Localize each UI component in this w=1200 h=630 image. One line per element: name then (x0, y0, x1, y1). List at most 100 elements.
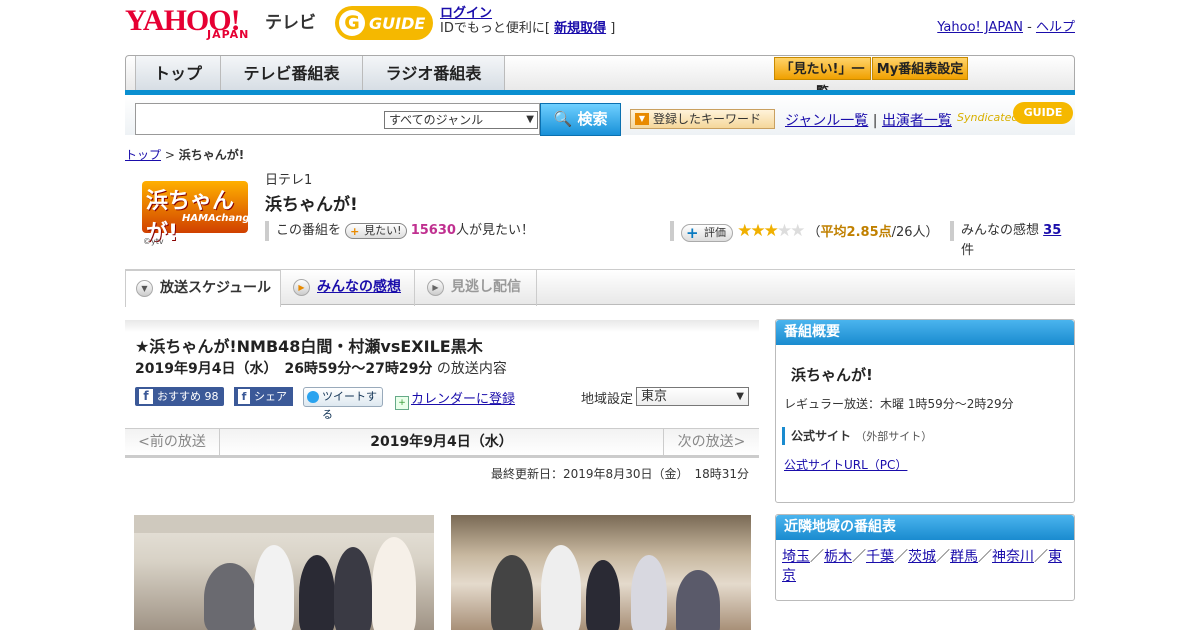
area-link[interactable]: 栃木 (824, 549, 852, 565)
gguide-logo-text: GUIDE (369, 14, 426, 33)
nearby-area-list: 埼玉／栃木／千葉／茨城／群馬／神奈川／東京 (776, 540, 1074, 594)
area-sep: ／ (936, 549, 950, 565)
rating-average: 平均2.85点 (820, 225, 892, 240)
program-logo-sub: HAMAchanga (182, 213, 257, 224)
channel-name: 日テレ1 (265, 173, 313, 188)
registered-keywords-button[interactable]: ▼ 登録したキーワード (630, 109, 775, 129)
fb-share-label: シェア (254, 390, 287, 403)
login-text: IDでもっと便利に[ (440, 21, 550, 36)
star-half-icon: ★ (763, 221, 779, 241)
official-site-note: （外部サイト） (855, 430, 933, 443)
gguide-logo[interactable]: G GUIDE (335, 6, 433, 40)
tweet-button[interactable]: ツイートする (303, 387, 383, 421)
photo-figure (676, 570, 720, 630)
help-link[interactable]: ヘルプ (1036, 20, 1075, 35)
tab-catchup[interactable]: ▶ 見逃し配信 (417, 270, 537, 306)
mitai-area: この番組を + 見たい! 15630人が見たい！ (276, 221, 534, 241)
rate-button[interactable]: + 評価 (681, 223, 733, 242)
rating-count: /26人） (891, 225, 939, 240)
episode-time-suffix: の放送内容 (436, 361, 507, 377)
breadcrumb-sep: > (164, 148, 175, 162)
plus-icon: + (350, 224, 360, 238)
dropdown-arrow-icon: ▼ (526, 114, 534, 125)
area-link[interactable]: 群馬 (950, 549, 978, 565)
photo-shelf (134, 515, 434, 533)
search-bar: すべてのジャンル ▼ 🔍 検索 ▼ 登録したキーワード ジャンル一覧 | 出演者… (125, 95, 1075, 136)
fb-recommend-label: おすすめ (157, 390, 201, 403)
rating-stars: ★★★★★ (737, 221, 805, 241)
facebook-share-button[interactable]: f シェア (234, 387, 293, 406)
social-row: f おすすめ 98 f シェア ツイートする + カレンダーに登録 地域設定 東京… (135, 387, 755, 421)
twitter-bird-icon (307, 391, 319, 403)
official-site-url-link[interactable]: 公式サイトURL（PC） (784, 456, 907, 473)
photo-figure (491, 555, 533, 630)
official-site-heading: 公式サイト （外部サイト） (782, 427, 932, 445)
current-date: 2019年9月4日（水） (370, 434, 513, 450)
area-link[interactable]: 神奈川 (992, 549, 1034, 565)
area-sep: ／ (978, 549, 992, 565)
breadcrumb-current: 浜ちゃんが! (178, 148, 245, 162)
mitai-list-button[interactable]: 「見たい!」一覧 (774, 57, 871, 100)
region-label: 地域設定 (581, 392, 634, 407)
episode-time-value: 2019年9月4日（水） 26時59分～27時29分 (135, 361, 433, 377)
genre-select[interactable]: すべてのジャンル ▼ (384, 111, 538, 129)
episode-photo (134, 515, 434, 630)
area-link[interactable]: 千葉 (866, 549, 894, 565)
prev-broadcast-button[interactable]: <前の放送 (125, 429, 220, 456)
login-close: ] (610, 21, 616, 36)
yahoo-japan-logo-text: JAPAN (207, 28, 250, 41)
photo-figure (631, 555, 667, 630)
yahoo-japan-link[interactable]: Yahoo! JAPAN (937, 20, 1023, 35)
impressions-label: みんなの感想 (961, 223, 1040, 238)
area-link[interactable]: 埼玉 (782, 549, 810, 565)
tab-radio-schedule[interactable]: ラジオ番組表 (363, 56, 505, 91)
facebook-recommend-button[interactable]: f おすすめ 98 (135, 387, 224, 406)
nearby-header: 近隣地域の番組表 (776, 515, 1074, 540)
search-button[interactable]: 🔍 検索 (540, 103, 621, 136)
signup-link[interactable]: 新規取得 (554, 21, 606, 36)
area-link[interactable]: 茨城 (908, 549, 936, 565)
photo-figure (541, 545, 581, 630)
mitai-button-label: 見たい! (364, 223, 402, 237)
mitai-count: 15630 (410, 223, 456, 238)
tab-schedule-label: 放送スケジュール (160, 280, 272, 296)
facebook-icon: f (238, 389, 250, 404)
tv-label[interactable]: テレビ (265, 8, 316, 33)
program-overview-box: 番組概要 浜ちゃんが! レギュラー放送：木曜 1時59分～2時29分 公式サイト… (775, 319, 1075, 503)
tab-top[interactable]: トップ (135, 56, 221, 91)
episode-time: 2019年9月4日（水） 26時59分～27時29分 の放送内容 (135, 358, 507, 378)
tab-impressions[interactable]: ▶ みんなの感想 (283, 270, 415, 306)
episode-title: ★浜ちゃんが!NMB48白間・村瀬vsEXILE黒木 (135, 337, 483, 356)
area-sep: ／ (852, 549, 866, 565)
login-link[interactable]: ログイン (440, 6, 492, 21)
program-logo: 浜ちゃんが! HAMAchanga (142, 181, 256, 246)
next-broadcast-button[interactable]: 次の放送> (663, 429, 759, 456)
my-schedule-button[interactable]: My番組表設定 (872, 57, 968, 80)
star-icon: ★ (750, 221, 765, 241)
mitai-button[interactable]: + 見たい! (345, 222, 407, 239)
photo-figure (299, 555, 335, 630)
syndicated-gguide-logo: GUIDE (1013, 102, 1073, 124)
genre-select-value: すべてのジャンル (389, 113, 484, 127)
overview-program-name: 浜ちゃんが! (791, 366, 873, 384)
tab-tv-schedule[interactable]: テレビ番組表 (221, 56, 363, 91)
area-sep: ／ (810, 549, 824, 565)
date-navigation: <前の放送 2019年9月4日（水） 次の放送> (125, 428, 759, 458)
region-select[interactable]: 東京 ▼ (636, 387, 749, 406)
star-empty-icon: ★ (776, 221, 792, 241)
breadcrumb-top-link[interactable]: トップ (125, 148, 161, 162)
calendar-link[interactable]: カレンダーに登録 (411, 392, 515, 407)
tab-schedule[interactable]: ▼ 放送スケジュール (125, 270, 281, 307)
rating-area: + 評価 ★★★★★ （平均2.85点/26人） (681, 221, 939, 243)
broadcast-box-shade (125, 320, 759, 332)
page: YAHOO! JAPAN テレビ G GUIDE ログイン IDでもっと便利に[… (125, 0, 1075, 630)
registered-keywords-label: 登録したキーワード (653, 112, 762, 126)
impressions-count-link[interactable]: 35 (1043, 223, 1061, 238)
performer-list-link[interactable]: 出演者一覧 (882, 113, 952, 129)
top-links: Yahoo! JAPAN - ヘルプ (937, 16, 1075, 35)
official-site-label: 公式サイト (791, 429, 852, 443)
genre-list-link[interactable]: ジャンル一覧 (785, 113, 868, 129)
meta-divider (670, 221, 674, 241)
dropdown-arrow-icon: ▼ (736, 391, 744, 402)
nearby-region-box: 近隣地域の番組表 埼玉／栃木／千葉／茨城／群馬／神奈川／東京 (775, 514, 1075, 601)
